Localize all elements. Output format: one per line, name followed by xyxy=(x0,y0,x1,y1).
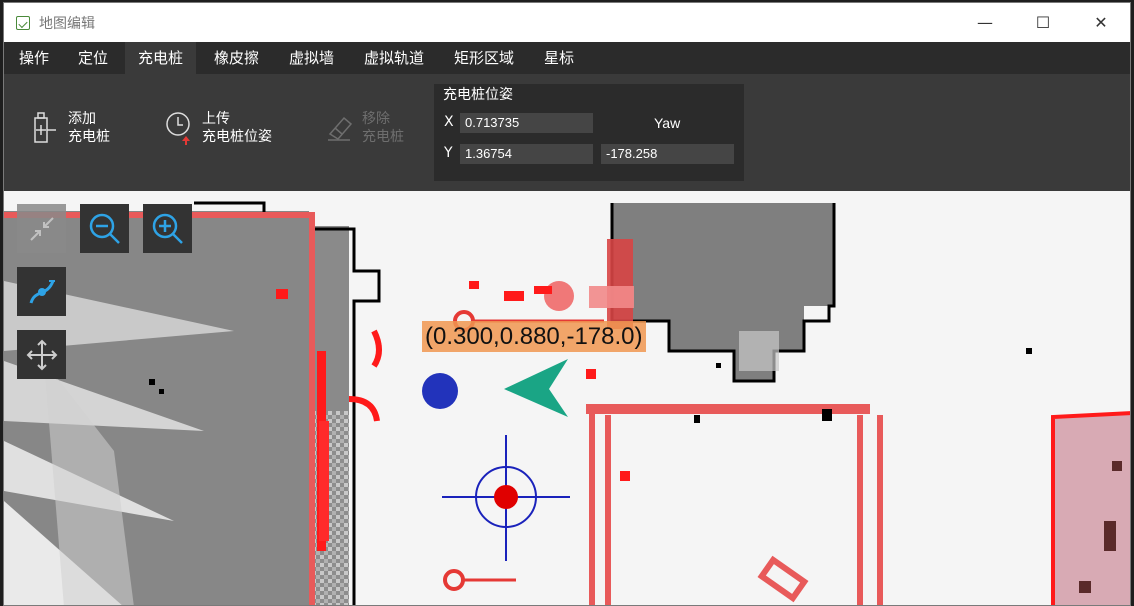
pink-zone xyxy=(1053,415,1130,605)
cursor-coordinate-label: (0.300,0.880,-178.0) xyxy=(422,321,646,352)
remove-label-2: 充电桩 xyxy=(362,129,404,145)
zoom-out-button[interactable] xyxy=(80,204,129,253)
upload-label-2: 充电桩位姿 xyxy=(202,129,272,145)
window-title: 地图编辑 xyxy=(39,15,95,32)
menu-charger[interactable]: 充电桩 xyxy=(125,42,197,74)
occupancy-map xyxy=(4,201,1130,605)
remove-charger-button[interactable]: 移除 充电桩 xyxy=(324,110,404,146)
remove-label-1: 移除 xyxy=(362,111,390,127)
menu-virtual-track[interactable]: 虚拟轨道 xyxy=(351,42,437,74)
menu-virtual-wall[interactable]: 虚拟墙 xyxy=(276,42,347,74)
menu-locate[interactable]: 定位 xyxy=(65,42,121,74)
menu-star[interactable]: 星标 xyxy=(531,42,587,74)
yaw-field[interactable]: -178.258 xyxy=(601,144,734,164)
minimize-button[interactable]: — xyxy=(956,3,1014,42)
robot-position-dot xyxy=(422,373,458,409)
map-canvas[interactable]: (0.300,0.880,-178.0) xyxy=(4,191,1130,605)
y-field[interactable]: 1.36754 xyxy=(460,144,593,164)
connect-tool-button[interactable] xyxy=(17,267,66,316)
menu-eraser[interactable]: 橡皮擦 xyxy=(201,42,272,74)
add-charger-button[interactable]: 添加 充电桩 xyxy=(30,110,110,146)
collapse-icon xyxy=(29,216,54,241)
map-editor-window: 地图编辑 — ☐ ✕ 操作 定位 充电桩 橡皮擦 虚拟墙 虚拟轨道 矩形区域 星… xyxy=(3,2,1131,606)
connect-icon xyxy=(29,279,55,304)
collapse-tool-button[interactable] xyxy=(17,204,66,253)
menu-bar: 操作 定位 充电桩 橡皮擦 虚拟墙 虚拟轨道 矩形区域 星标 xyxy=(4,42,1130,74)
add-charger-label-2: 充电桩 xyxy=(68,129,110,145)
charger-direction-arrow[interactable] xyxy=(504,359,568,417)
y-label: Y xyxy=(444,145,453,161)
move-tool-button[interactable] xyxy=(17,330,66,379)
title-bar: 地图编辑 — ☐ ✕ xyxy=(4,3,1130,42)
charger-pose-panel: 充电桩位姿 X 0.713735 Yaw Y 1.36754 -178.258 xyxy=(434,84,744,181)
pose-title: 充电桩位姿 xyxy=(443,87,513,103)
maximize-button[interactable]: ☐ xyxy=(1014,3,1072,42)
x-field[interactable]: 0.713735 xyxy=(460,113,593,133)
close-button[interactable]: ✕ xyxy=(1072,3,1130,42)
add-charger-label-1: 添加 xyxy=(68,111,96,127)
upload-clock-icon xyxy=(166,112,190,145)
eraser-icon xyxy=(328,116,353,141)
target-crosshair[interactable] xyxy=(442,435,570,561)
upload-charger-pose-button[interactable]: 上传 充电桩位姿 xyxy=(164,110,272,146)
upload-label-1: 上传 xyxy=(202,111,230,127)
yaw-label: Yaw xyxy=(654,115,681,131)
x-label: X xyxy=(444,114,454,130)
window-controls: — ☐ ✕ xyxy=(956,3,1130,42)
zoom-in-button[interactable] xyxy=(143,204,192,253)
menu-rect-area[interactable]: 矩形区域 xyxy=(441,42,527,74)
zoom-in-icon xyxy=(152,213,183,244)
charger-highlight-zone xyxy=(607,239,633,329)
charger-add-icon xyxy=(34,112,56,143)
move-icon xyxy=(26,339,57,370)
top-obstacle-region xyxy=(612,203,834,381)
menu-operate[interactable]: 操作 xyxy=(6,42,62,74)
app-icon xyxy=(16,15,30,30)
zoom-out-icon xyxy=(89,213,120,244)
